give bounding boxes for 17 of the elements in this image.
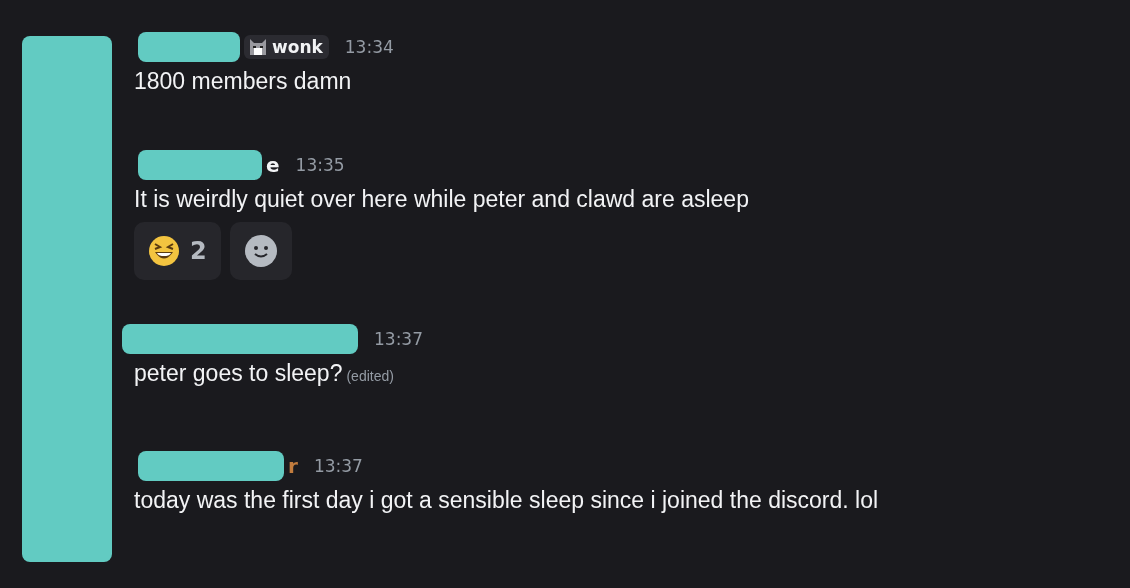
message-text: today was the first day i got a sensible sleep since i joined the discord. lol (134, 487, 879, 513)
username[interactable]: e (266, 153, 280, 177)
username[interactable]: r (288, 454, 298, 478)
message-text: It is weirdly quiet over here while peter and clawd are asleep (134, 186, 749, 212)
cat-icon (248, 37, 268, 57)
smiley-icon (243, 234, 278, 268)
edited-label: (edited) (346, 368, 394, 384)
timestamp: 13:35 (295, 155, 345, 175)
add-reaction-button[interactable] (229, 222, 292, 280)
timestamp: 13:37 (313, 456, 363, 476)
laughing-emoji-icon (148, 235, 180, 267)
message-text: 1800 members damn (134, 68, 352, 94)
message-text: peter goes to sleep? (134, 360, 343, 386)
timestamp: 13:34 (344, 37, 394, 57)
reaction-button[interactable]: 2 (134, 222, 221, 280)
timestamp: 13:37 (374, 329, 423, 349)
role-tag: wonk (244, 35, 329, 59)
